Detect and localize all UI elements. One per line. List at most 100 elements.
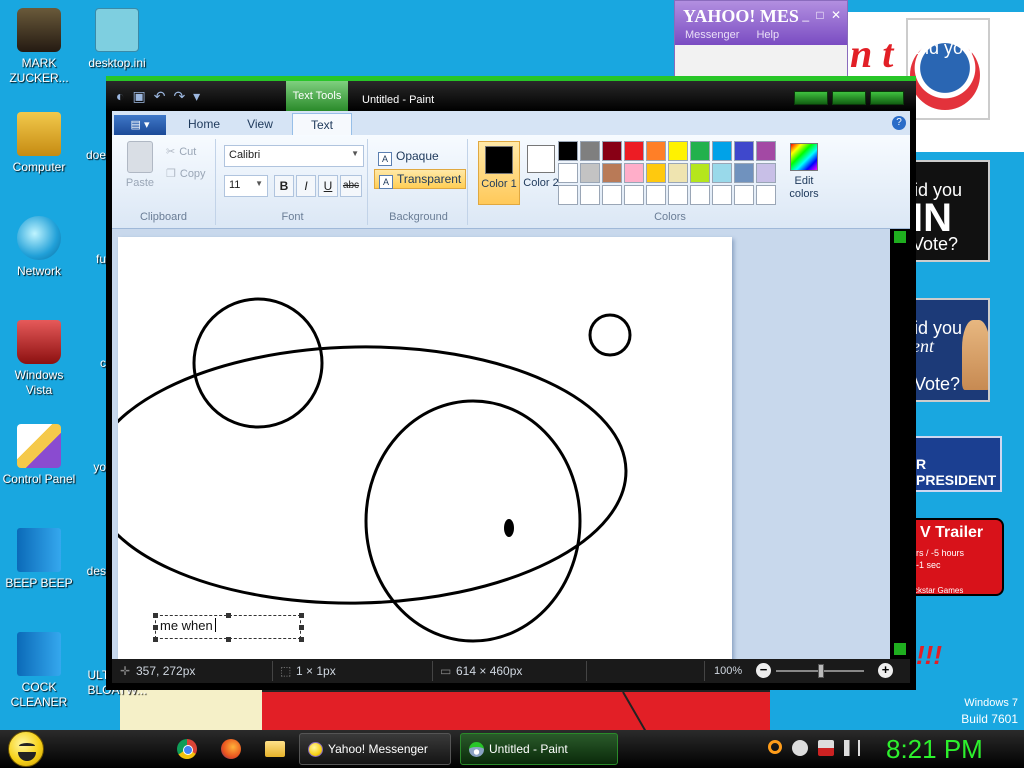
desktop-icon-cock-cleaner[interactable]: COCK CLEANER bbox=[0, 632, 78, 710]
resize-handle[interactable] bbox=[226, 637, 231, 642]
maximize-button[interactable] bbox=[832, 91, 866, 105]
palette-swatch[interactable] bbox=[756, 185, 776, 205]
palette-swatch[interactable] bbox=[690, 185, 710, 205]
palette-swatch[interactable] bbox=[646, 163, 666, 183]
yahoo-messenger-window[interactable]: YAHOO! MES Messenger Help _ □ ✕ bbox=[674, 0, 848, 80]
tab-text[interactable]: Text bbox=[292, 113, 352, 135]
paint-app-icon[interactable]: ◐ bbox=[116, 88, 124, 105]
firefox-icon[interactable] bbox=[221, 739, 241, 759]
palette-swatch[interactable] bbox=[668, 163, 688, 183]
palette-swatch[interactable] bbox=[734, 163, 754, 183]
resize-handle[interactable] bbox=[153, 613, 158, 618]
folder-icon[interactable] bbox=[265, 741, 285, 757]
paint-window[interactable]: ◐ ▣ ↶ ↷ ▾ Text Tools Untitled - Paint ▤ … bbox=[106, 76, 916, 690]
underline-button[interactable]: U bbox=[318, 175, 338, 197]
yahoo-menu-help[interactable]: Help bbox=[756, 29, 779, 41]
palette-swatch[interactable] bbox=[668, 185, 688, 205]
resize-handle[interactable] bbox=[299, 625, 304, 630]
customize-dropdown-icon[interactable]: ▾ bbox=[193, 88, 200, 105]
palette-swatch[interactable] bbox=[646, 141, 666, 161]
palette-swatch[interactable] bbox=[580, 185, 600, 205]
yahoo-menu-messenger[interactable]: Messenger bbox=[685, 29, 739, 41]
italic-button[interactable]: I bbox=[296, 175, 316, 197]
color-1-button[interactable]: Color 1 bbox=[478, 141, 520, 205]
taskbar-paint[interactable]: Untitled - Paint bbox=[460, 733, 618, 765]
copy-button[interactable]: ❐ Copy bbox=[166, 167, 206, 180]
text-entry-box[interactable]: me when bbox=[155, 615, 301, 639]
palette-swatch[interactable] bbox=[558, 163, 578, 183]
undo-icon[interactable]: ↶ bbox=[154, 88, 166, 105]
resize-handle[interactable] bbox=[299, 613, 304, 618]
palette-swatch[interactable] bbox=[624, 185, 644, 205]
zoom-in-button[interactable]: + bbox=[878, 663, 893, 678]
desktop-icon-partial-1[interactable]: doe bbox=[66, 148, 106, 163]
palette-swatch[interactable] bbox=[690, 163, 710, 183]
palette-swatch[interactable] bbox=[756, 163, 776, 183]
close-button[interactable]: ✕ bbox=[831, 8, 841, 22]
tab-view[interactable]: View bbox=[230, 113, 290, 135]
zoom-out-button[interactable]: − bbox=[756, 663, 771, 678]
desktop-icon-partial-3[interactable]: c bbox=[66, 356, 106, 371]
resize-handle[interactable] bbox=[153, 625, 158, 630]
chrome-icon[interactable] bbox=[177, 739, 197, 759]
palette-swatch[interactable] bbox=[558, 141, 578, 161]
palette-swatch[interactable] bbox=[580, 141, 600, 161]
desktop-icon-partial-2[interactable]: fu bbox=[66, 252, 106, 267]
desktop-icon-computer[interactable]: Computer bbox=[0, 112, 78, 175]
zoom-slider-handle[interactable] bbox=[818, 664, 824, 678]
palette-swatch[interactable] bbox=[712, 163, 732, 183]
palette-swatch[interactable] bbox=[734, 141, 754, 161]
maximize-button[interactable]: □ bbox=[816, 8, 823, 22]
palette-swatch[interactable] bbox=[602, 163, 622, 183]
palette-swatch[interactable] bbox=[712, 141, 732, 161]
resize-handle[interactable] bbox=[153, 637, 158, 642]
yahoo-titlebar[interactable]: YAHOO! MES Messenger Help _ □ ✕ bbox=[675, 1, 847, 45]
palette-swatch[interactable] bbox=[558, 185, 578, 205]
palette-swatch[interactable] bbox=[602, 141, 622, 161]
edit-colors-button[interactable]: Edit colors bbox=[784, 141, 824, 201]
desktop-icon-partial-4[interactable]: yo bbox=[66, 460, 106, 475]
start-button[interactable] bbox=[8, 731, 44, 767]
scroll-down-arrow[interactable] bbox=[894, 643, 906, 655]
transparent-option[interactable]: A Transparent bbox=[374, 169, 467, 189]
palette-swatch[interactable] bbox=[734, 185, 754, 205]
desktop-icon-network[interactable]: Network bbox=[0, 216, 78, 279]
desktop-icon-desktop-ini[interactable]: desktop.ini bbox=[78, 8, 156, 71]
vertical-scrollbar[interactable] bbox=[890, 229, 910, 659]
minimize-button[interactable] bbox=[794, 91, 828, 105]
redo-icon[interactable]: ↷ bbox=[173, 88, 185, 105]
close-button[interactable] bbox=[870, 91, 904, 105]
clock[interactable]: 8:21 PM bbox=[886, 734, 983, 765]
desktop-icon-partial-5[interactable]: des bbox=[66, 564, 106, 579]
palette-swatch[interactable] bbox=[756, 141, 776, 161]
color-2-button[interactable]: Color 2 bbox=[520, 141, 562, 205]
save-icon[interactable]: ▣ bbox=[132, 88, 145, 105]
paint-menu-button[interactable]: ▤ ▾ bbox=[114, 115, 166, 135]
palette-swatch[interactable] bbox=[690, 141, 710, 161]
minimize-button[interactable]: _ bbox=[802, 8, 809, 22]
font-family-select[interactable]: Calibri ▼ bbox=[224, 145, 364, 167]
tab-home[interactable]: Home bbox=[174, 113, 234, 135]
resize-handle[interactable] bbox=[299, 637, 304, 642]
palette-swatch[interactable] bbox=[602, 185, 622, 205]
palette-swatch[interactable] bbox=[624, 163, 644, 183]
palette-swatch[interactable] bbox=[712, 185, 732, 205]
desktop-icon-beep-beep[interactable]: BEEP BEEP bbox=[0, 528, 78, 591]
desktop-icon-control-panel[interactable]: Control Panel bbox=[0, 424, 78, 487]
font-size-select[interactable]: 11 ▼ bbox=[224, 175, 268, 197]
palette-swatch[interactable] bbox=[624, 141, 644, 161]
resize-handle[interactable] bbox=[226, 613, 231, 618]
bold-button[interactable]: B bbox=[274, 175, 294, 197]
drawing-canvas[interactable]: me when bbox=[118, 237, 732, 659]
scroll-up-arrow[interactable] bbox=[894, 231, 906, 243]
taskbar-yahoo-messenger[interactable]: Yahoo! Messenger bbox=[299, 733, 451, 765]
speaker-icon[interactable] bbox=[844, 740, 860, 756]
palette-swatch[interactable] bbox=[580, 163, 600, 183]
minus-circle-icon[interactable] bbox=[792, 740, 808, 756]
cut-button[interactable]: ✂ Cut bbox=[166, 145, 196, 158]
network-status-icon[interactable] bbox=[818, 740, 834, 756]
strikethrough-button[interactable]: abc bbox=[340, 175, 362, 197]
palette-swatch[interactable] bbox=[646, 185, 666, 205]
paste-button[interactable]: Paste bbox=[120, 141, 160, 189]
paint-titlebar[interactable]: ◐ ▣ ↶ ↷ ▾ Text Tools Untitled - Paint bbox=[106, 81, 916, 111]
